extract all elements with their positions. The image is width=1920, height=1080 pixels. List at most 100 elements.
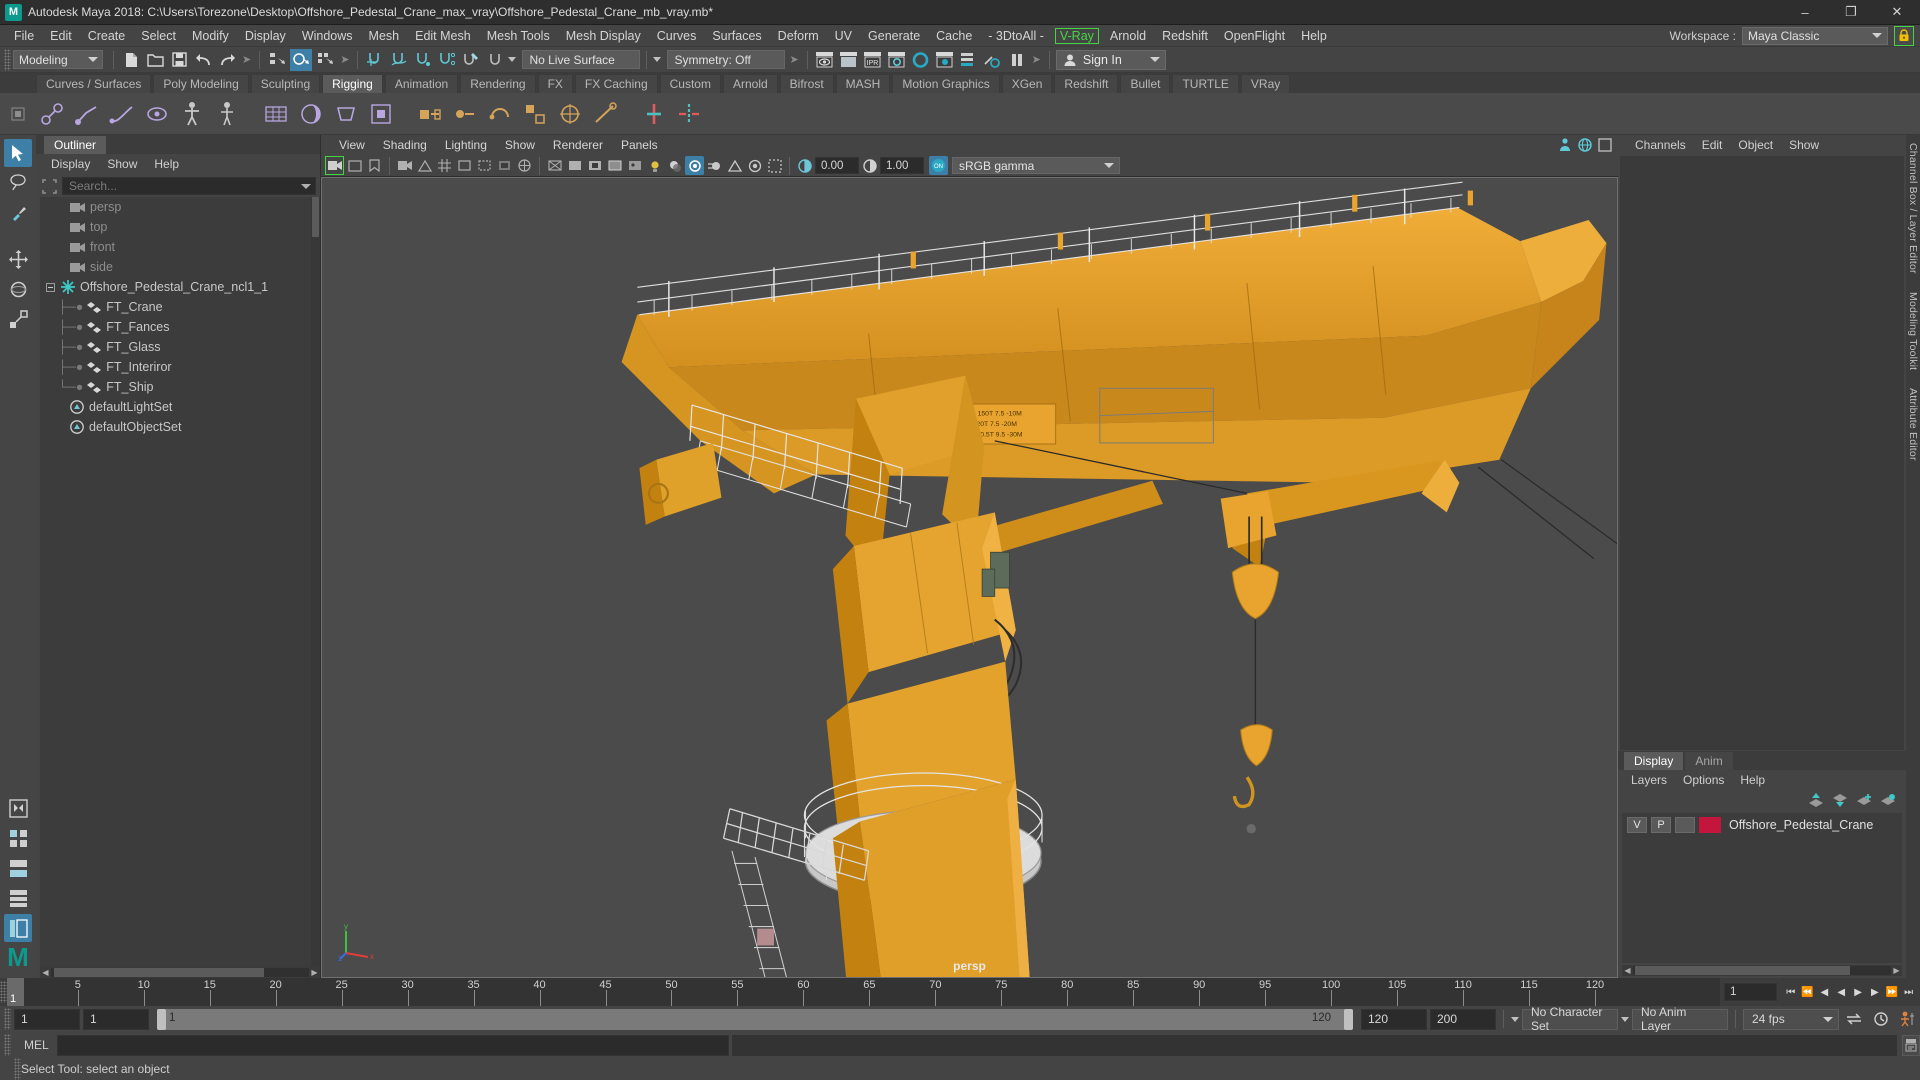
exposure-icon[interactable] (795, 156, 814, 175)
image-plane-icon[interactable] (395, 156, 414, 175)
expand-collapse-icon[interactable] (46, 282, 55, 292)
shelf-tab-arnold[interactable]: Arnold (722, 74, 778, 93)
camera-attributes-icon[interactable] (345, 156, 364, 175)
symmetry-field[interactable]: Symmetry: Off (667, 50, 786, 69)
shelf-tab-custom[interactable]: Custom (659, 74, 721, 93)
snap-grid-button[interactable] (364, 49, 386, 71)
sign-in-button[interactable]: Sign In (1055, 49, 1166, 70)
viewport-menu-renderer[interactable]: Renderer (545, 137, 611, 153)
display-layer-list[interactable]: V P Offshore_Pedestal_Crane (1622, 813, 1902, 963)
channelbox-menu-object[interactable]: Object (1731, 137, 1780, 153)
maximize-panel-icon[interactable] (1598, 138, 1612, 152)
scrollbar-track[interactable] (1633, 966, 1891, 975)
render-layers-button[interactable] (958, 49, 980, 71)
current-frame-field[interactable]: 1 (1724, 983, 1778, 1001)
shelf-tab-bifrost[interactable]: Bifrost (779, 74, 834, 93)
shelf-tab-animation[interactable]: Animation (384, 74, 459, 93)
workspace-select[interactable]: Maya Classic (1742, 26, 1888, 45)
shelf-point-constraint-icon[interactable] (449, 98, 481, 130)
smooth-shade-selected-icon[interactable] (585, 156, 604, 175)
shelf-tab-mash[interactable]: MASH (835, 74, 891, 93)
close-button[interactable]: ✕ (1874, 0, 1920, 25)
menu-uv[interactable]: UV (827, 27, 860, 45)
menu-cache[interactable]: Cache (928, 27, 980, 45)
resolution-gate-icon[interactable] (475, 156, 494, 175)
new-layer-icon[interactable] (1856, 793, 1872, 807)
shelf-ik-handle-icon[interactable] (71, 98, 103, 130)
menu-display[interactable]: Display (237, 27, 294, 45)
snap-view-plane-button[interactable] (460, 49, 482, 71)
perspective-viewport[interactable]: MAIN SWL 150T 7.5 -10M AUX. SWL 20T 7.5 … (321, 177, 1618, 978)
color-management-select[interactable]: sRGB gamma (952, 157, 1120, 174)
animation-start-field[interactable]: 1 (14, 1008, 80, 1030)
screen-space-ao-icon[interactable] (685, 156, 704, 175)
wireframe-shading-icon[interactable] (545, 156, 564, 175)
smooth-shade-all-icon[interactable] (565, 156, 584, 175)
outliner-menu-help[interactable]: Help (147, 156, 186, 172)
menu-help[interactable]: Help (1293, 27, 1335, 45)
exposure-field[interactable]: 0.00 (815, 157, 859, 174)
channelbox-content[interactable] (1620, 156, 1904, 750)
render-sequence-button[interactable] (838, 49, 860, 71)
select-tool-button[interactable] (4, 139, 32, 167)
color-management-toggle[interactable]: ON (929, 156, 948, 175)
menu-windows[interactable]: Windows (294, 27, 361, 45)
move-tool-button[interactable] (4, 245, 32, 273)
menu-modify[interactable]: Modify (184, 27, 237, 45)
scroll-right-icon[interactable]: ▶ (309, 968, 320, 977)
outliner-vertical-scrollbar[interactable] (311, 197, 320, 967)
channelbox-menu-channels[interactable]: Channels (1628, 137, 1693, 153)
layout-single-button[interactable] (4, 794, 32, 822)
redo-button[interactable] (216, 49, 238, 71)
maximize-button[interactable]: ❐ (1828, 0, 1874, 25)
display-layer-row[interactable]: V P Offshore_Pedestal_Crane (1622, 815, 1902, 835)
step-back-frame-button[interactable]: ◀ (1817, 982, 1832, 1002)
outliner-item-side[interactable]: side (40, 257, 320, 277)
collapse-arrow-icon[interactable]: ➤ (340, 53, 349, 66)
gamma-icon[interactable] (860, 156, 879, 175)
layer-list-horizontal-scrollbar[interactable]: ◀ ▶ (1622, 965, 1902, 976)
outliner-item-ft-ship[interactable]: └─● FT_Ship (40, 377, 320, 397)
range-slider-left-handle[interactable] (157, 1008, 166, 1030)
pause-render-button[interactable] (1006, 49, 1028, 71)
shelf-tab-sculpting[interactable]: Sculpting (250, 74, 321, 93)
helpline-grip[interactable] (14, 1058, 21, 1080)
menu-generate[interactable]: Generate (860, 27, 928, 45)
shelf-mirror-joint-icon[interactable] (673, 98, 705, 130)
play-backwards-button[interactable]: ◀ (1834, 982, 1849, 1002)
motion-blur-icon[interactable] (705, 156, 724, 175)
layers-menu-help[interactable]: Help (1733, 772, 1772, 788)
outliner-item-ft-glass[interactable]: ├─● FT_Glass (40, 337, 320, 357)
shelf-tab-turtle[interactable]: TURTLE (1172, 74, 1239, 93)
shelf-lattice-icon[interactable] (260, 98, 292, 130)
menu-vray[interactable]: V-Ray (1054, 27, 1099, 44)
menu-mesh-tools[interactable]: Mesh Tools (479, 27, 558, 45)
shelf-wrap-deformer-icon[interactable] (295, 98, 327, 130)
scrollbar-thumb[interactable] (312, 197, 319, 237)
new-layer-from-selected-icon[interactable] (1880, 793, 1896, 807)
select-object-button[interactable] (290, 48, 313, 71)
shelf-tab-redshift[interactable]: Redshift (1054, 74, 1119, 93)
auto-keyframe-button[interactable] (1869, 1009, 1893, 1029)
snap-magnet-button[interactable] (484, 49, 506, 71)
paint-select-tool-button[interactable] (4, 199, 32, 227)
scroll-right-icon[interactable]: ▶ (1891, 966, 1902, 975)
outliner-item-ft-fances[interactable]: ├─● FT_Fances (40, 317, 320, 337)
lasso-tool-button[interactable] (4, 169, 32, 197)
select-hierarchy-button[interactable] (266, 49, 288, 71)
playback-end-field[interactable]: 120 (1361, 1008, 1427, 1030)
viewport-menu-panels[interactable]: Panels (613, 137, 666, 153)
animation-preferences-button[interactable] (1896, 1009, 1920, 1029)
outliner-horizontal-scrollbar[interactable]: ◀ ▶ (40, 967, 320, 978)
chevron-down-icon[interactable] (1511, 1016, 1519, 1022)
outliner-item-offshore-pedestal-crane[interactable]: Offshore_Pedestal_Crane_ncl1_1 (40, 277, 320, 297)
chevron-down-icon[interactable] (508, 57, 517, 62)
range-slider[interactable]: 1 120 (157, 1008, 1353, 1030)
shelf-ik-spline-icon[interactable] (106, 98, 138, 130)
menu-3dtoall[interactable]: - 3DtoAll - (980, 27, 1052, 45)
shelf-create-joint-icon[interactable] (36, 98, 68, 130)
statusline-grip[interactable] (4, 48, 11, 71)
time-slider-track[interactable]: 1 5 10 15 20 25 30 35 40 45 50 55 60 65 70 75 80 85 90 95 1… (7, 978, 1720, 1006)
select-camera-icon[interactable] (325, 156, 344, 175)
isolate-select-icon[interactable] (765, 156, 784, 175)
